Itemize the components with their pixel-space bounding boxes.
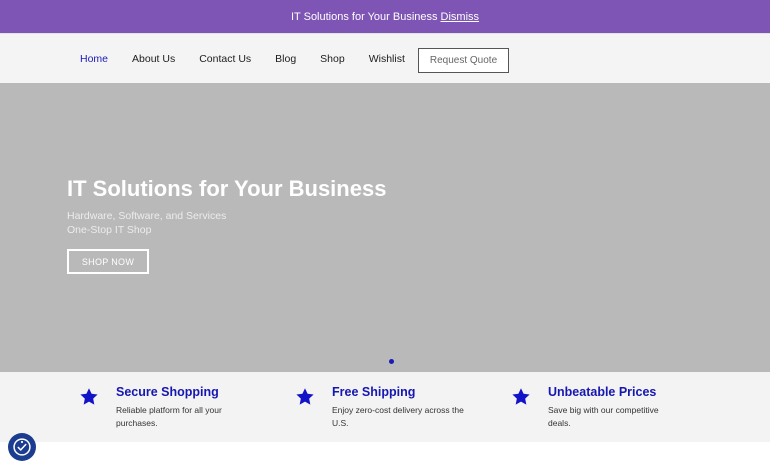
shop-now-button[interactable]: SHOP NOW: [67, 249, 149, 274]
feature-description: Save big with our competitive deals.: [548, 405, 659, 428]
nav-item-wishlist[interactable]: Wishlist: [369, 53, 405, 65]
feature-description: Enjoy zero-cost delivery across the U.S.: [332, 405, 464, 428]
feature-description: Reliable platform for all your purchases…: [116, 405, 222, 428]
slider-dot[interactable]: [389, 359, 394, 364]
nav-item-shop[interactable]: Shop: [320, 53, 345, 65]
star-icon: [512, 388, 530, 405]
nav-item-blog[interactable]: Blog: [275, 53, 296, 65]
feature-title: Free Shipping: [332, 385, 416, 399]
features-strip: Secure Shopping Reliable platform for al…: [0, 372, 770, 442]
hero-title: IT Solutions for Your Business: [67, 176, 387, 201]
hero-subtitle-line2: One-Stop IT Shop: [67, 224, 152, 236]
accessibility-button[interactable]: [8, 433, 36, 461]
feature-title: Secure Shopping: [116, 385, 219, 399]
accessibility-icon: [13, 438, 31, 456]
hero-banner: IT Solutions for Your Business Hardware,…: [0, 83, 770, 372]
request-quote-button[interactable]: Request Quote: [418, 48, 509, 73]
main-nav: Home About Us Contact Us Blog Shop Wishl…: [80, 34, 429, 84]
site-header: Home About Us Contact Us Blog Shop Wishl…: [0, 33, 770, 83]
announcement-text: IT Solutions for Your Business: [290, 10, 438, 23]
star-icon: [296, 388, 314, 405]
dismiss-link[interactable]: Dismiss: [441, 11, 480, 23]
announcement-bar: IT Solutions for Your Business Dismiss: [0, 0, 770, 33]
hero-subtitle-line1: Hardware, Software, and Services: [67, 210, 227, 222]
nav-item-home[interactable]: Home: [80, 53, 108, 65]
feature-title: Unbeatable Prices: [548, 385, 657, 399]
star-icon: [80, 388, 98, 405]
nav-item-about-us[interactable]: About Us: [132, 53, 175, 65]
nav-item-contact-us[interactable]: Contact Us: [199, 53, 251, 65]
